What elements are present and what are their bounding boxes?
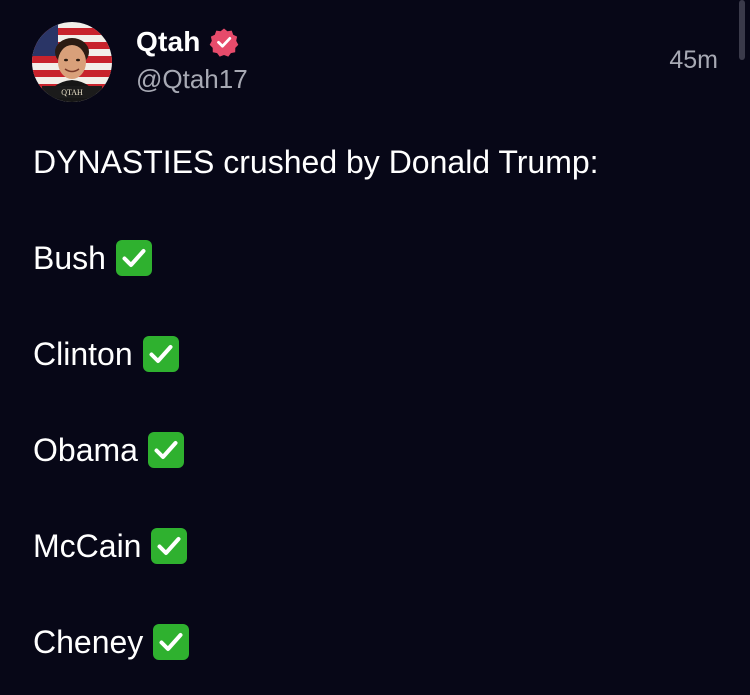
dynasty-name: Bush [33,240,106,276]
check-mark-icon [115,240,152,276]
post-intro-text: DYNASTIES crushed by Donald Trump: [33,144,599,180]
dynasty-name: Obama [33,432,138,468]
scrollbar[interactable] [739,0,745,60]
list-item: Clinton [33,332,723,376]
check-mark-icon [147,432,184,468]
avatar-image: QTAH [32,22,112,102]
post-timestamp[interactable]: 45m [669,46,718,75]
list-item: Obama [33,428,723,472]
verified-badge-icon [209,28,238,57]
check-mark-icon [153,624,190,660]
check-mark-icon [151,528,188,564]
dynasty-name: Clinton [33,336,133,372]
dynasty-name: Cheney [33,624,144,660]
dynasty-name: McCain [33,528,142,564]
author-display-name[interactable]: Qtah [136,26,201,58]
list-item: Cheney [33,620,723,664]
list-item: Bush [33,236,723,280]
list-item: McCain [33,524,723,568]
author-name-row: Qtah [136,22,239,62]
author-handle[interactable]: @Qtah17 [136,64,248,95]
post-card: QTAH Qtah @Qtah17 45m DYNASTIES crushed … [0,0,750,695]
check-mark-icon [142,336,179,372]
post-body: DYNASTIES crushed by Donald Trump: Bush … [33,140,723,695]
avatar[interactable]: QTAH [32,22,112,102]
svg-text:QTAH: QTAH [61,88,83,97]
